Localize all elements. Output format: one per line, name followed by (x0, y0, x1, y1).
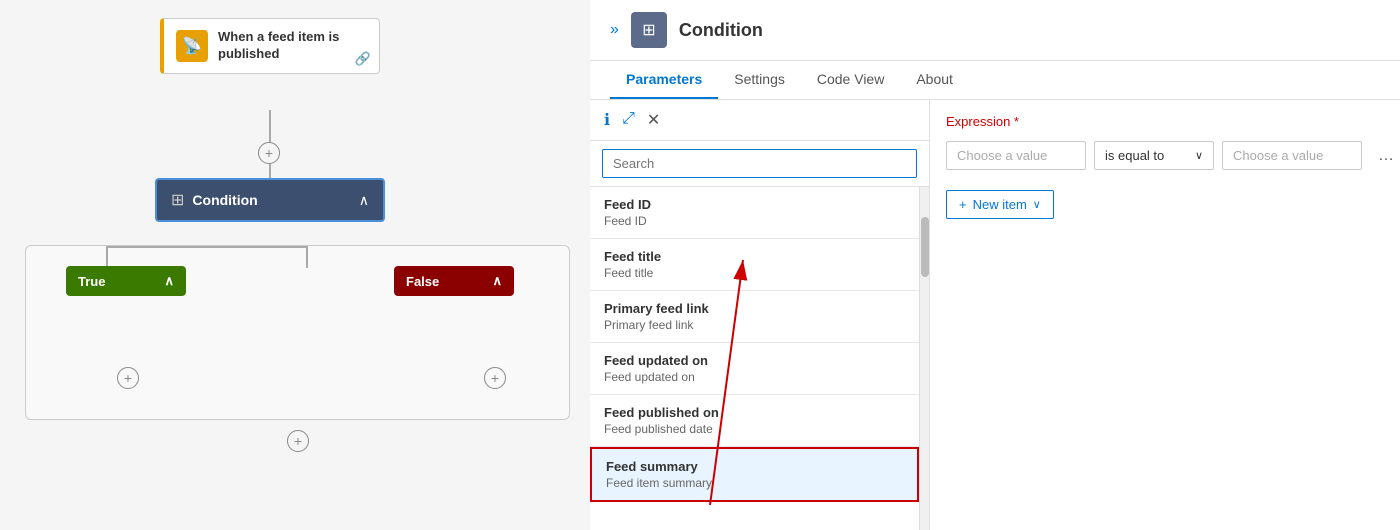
trigger-label: When a feed item is published (218, 29, 367, 63)
true-chevron: ∧ (164, 273, 174, 289)
condition-row: Choose a value is equal to ∨ Choose a va… (946, 141, 1400, 170)
condition-panel: » ⊞ Condition Parameters Settings Code V… (590, 0, 1400, 530)
true-node[interactable]: True ∧ (66, 266, 186, 296)
feed-item-desc: Feed ID (604, 214, 905, 228)
feed-item-name: Feed ID (604, 197, 905, 212)
tab-about[interactable]: About (900, 61, 969, 99)
feed-item-name: Feed title (604, 249, 905, 264)
expand-view-icon[interactable]: ⤢ (622, 110, 635, 130)
operator-chevron: ∨ (1195, 149, 1203, 162)
expand-icon[interactable]: » (610, 21, 619, 39)
trigger-node[interactable]: 📡 When a feed item is published 🔗 (160, 18, 380, 74)
condition-icon: ⊞ (171, 190, 184, 210)
condition-editor: Expression * Choose a value is equal to … (930, 100, 1400, 530)
feed-item-name: Feed updated on (604, 353, 905, 368)
branch-line-v-left (106, 246, 108, 268)
operator-select[interactable]: is equal to ∨ (1094, 141, 1214, 170)
info-icon[interactable]: ℹ (604, 110, 610, 130)
tab-settings[interactable]: Settings (718, 61, 801, 99)
feed-item-desc: Feed title (604, 266, 905, 280)
false-chevron: ∧ (492, 273, 502, 289)
new-item-label: New item (973, 197, 1027, 212)
feed-item-desc: Primary feed link (604, 318, 905, 332)
list-item[interactable]: Feed updated on Feed updated on (590, 343, 919, 395)
dropdown-header: ℹ ⤢ ✕ (590, 100, 929, 141)
new-item-plus-icon: + (959, 197, 967, 212)
list-item[interactable]: Feed ID Feed ID (590, 187, 919, 239)
true-label: True (78, 274, 105, 289)
panel-tabs: Parameters Settings Code View About (590, 61, 1400, 100)
condition-label: Condition (192, 192, 257, 208)
dropdown-icons: ℹ ⤢ ✕ (604, 110, 660, 130)
link-icon: 🔗 (355, 51, 371, 67)
list-item[interactable]: Feed published on Feed published date (590, 395, 919, 447)
branch-line-v-right (306, 246, 308, 268)
close-icon[interactable]: ✕ (647, 110, 660, 130)
panel-header: » ⊞ Condition (590, 0, 1400, 61)
flow-panel: 📡 When a feed item is published 🔗 + ⊞ Co… (0, 0, 590, 530)
add-true-step-button[interactable]: + (117, 367, 139, 389)
scrollbar-thumb[interactable] (921, 217, 929, 277)
condition-inner: ⊞ Condition (171, 190, 258, 210)
list-item-selected[interactable]: Feed summary Feed item summary (590, 447, 919, 502)
new-item-button[interactable]: + New item ∨ (946, 190, 1054, 219)
panel-title: Condition (679, 20, 763, 41)
feed-list: Feed ID Feed ID Feed title Feed title Pr… (590, 187, 919, 530)
false-node[interactable]: False ∧ (394, 266, 514, 296)
tab-code-view[interactable]: Code View (801, 61, 900, 99)
expression-label: Expression * (946, 114, 1400, 129)
condition-node[interactable]: ⊞ Condition ∧ (155, 178, 385, 222)
feed-item-name: Feed published on (604, 405, 905, 420)
search-input[interactable] (602, 149, 917, 178)
list-item[interactable]: Feed title Feed title (590, 239, 919, 291)
feed-item-desc: Feed item summary (606, 476, 903, 490)
feed-item-name: Primary feed link (604, 301, 905, 316)
feed-item-name: Feed summary (606, 459, 903, 474)
condition-chevron: ∧ (359, 192, 369, 209)
new-item-chevron: ∨ (1033, 198, 1041, 211)
feed-item-desc: Feed published date (604, 422, 905, 436)
scrollbar-track[interactable] (919, 187, 929, 530)
panel-content: ℹ ⤢ ✕ Feed ID Feed ID Feed title (590, 100, 1400, 530)
branch-line-h (106, 246, 306, 248)
choose-value-right[interactable]: Choose a value (1222, 141, 1362, 170)
choose-value-left[interactable]: Choose a value (946, 141, 1086, 170)
panel-header-icon: ⊞ (631, 12, 667, 48)
trigger-icon: 📡 (176, 30, 208, 62)
add-step-button-bottom[interactable]: + (287, 430, 309, 452)
dropdown-panel: ℹ ⤢ ✕ Feed ID Feed ID Feed title (590, 100, 930, 530)
operator-label: is equal to (1105, 148, 1164, 163)
add-false-step-button[interactable]: + (484, 367, 506, 389)
false-label: False (406, 274, 439, 289)
branch-container: True ∧ False ∧ + + (25, 245, 570, 420)
list-item[interactable]: Primary feed link Primary feed link (590, 291, 919, 343)
tab-parameters[interactable]: Parameters (610, 61, 718, 99)
add-step-button-1[interactable]: + (258, 142, 280, 164)
connector-1 (269, 110, 271, 142)
more-options-button[interactable]: … (1370, 143, 1400, 169)
search-box (590, 141, 929, 187)
feed-item-desc: Feed updated on (604, 370, 905, 384)
